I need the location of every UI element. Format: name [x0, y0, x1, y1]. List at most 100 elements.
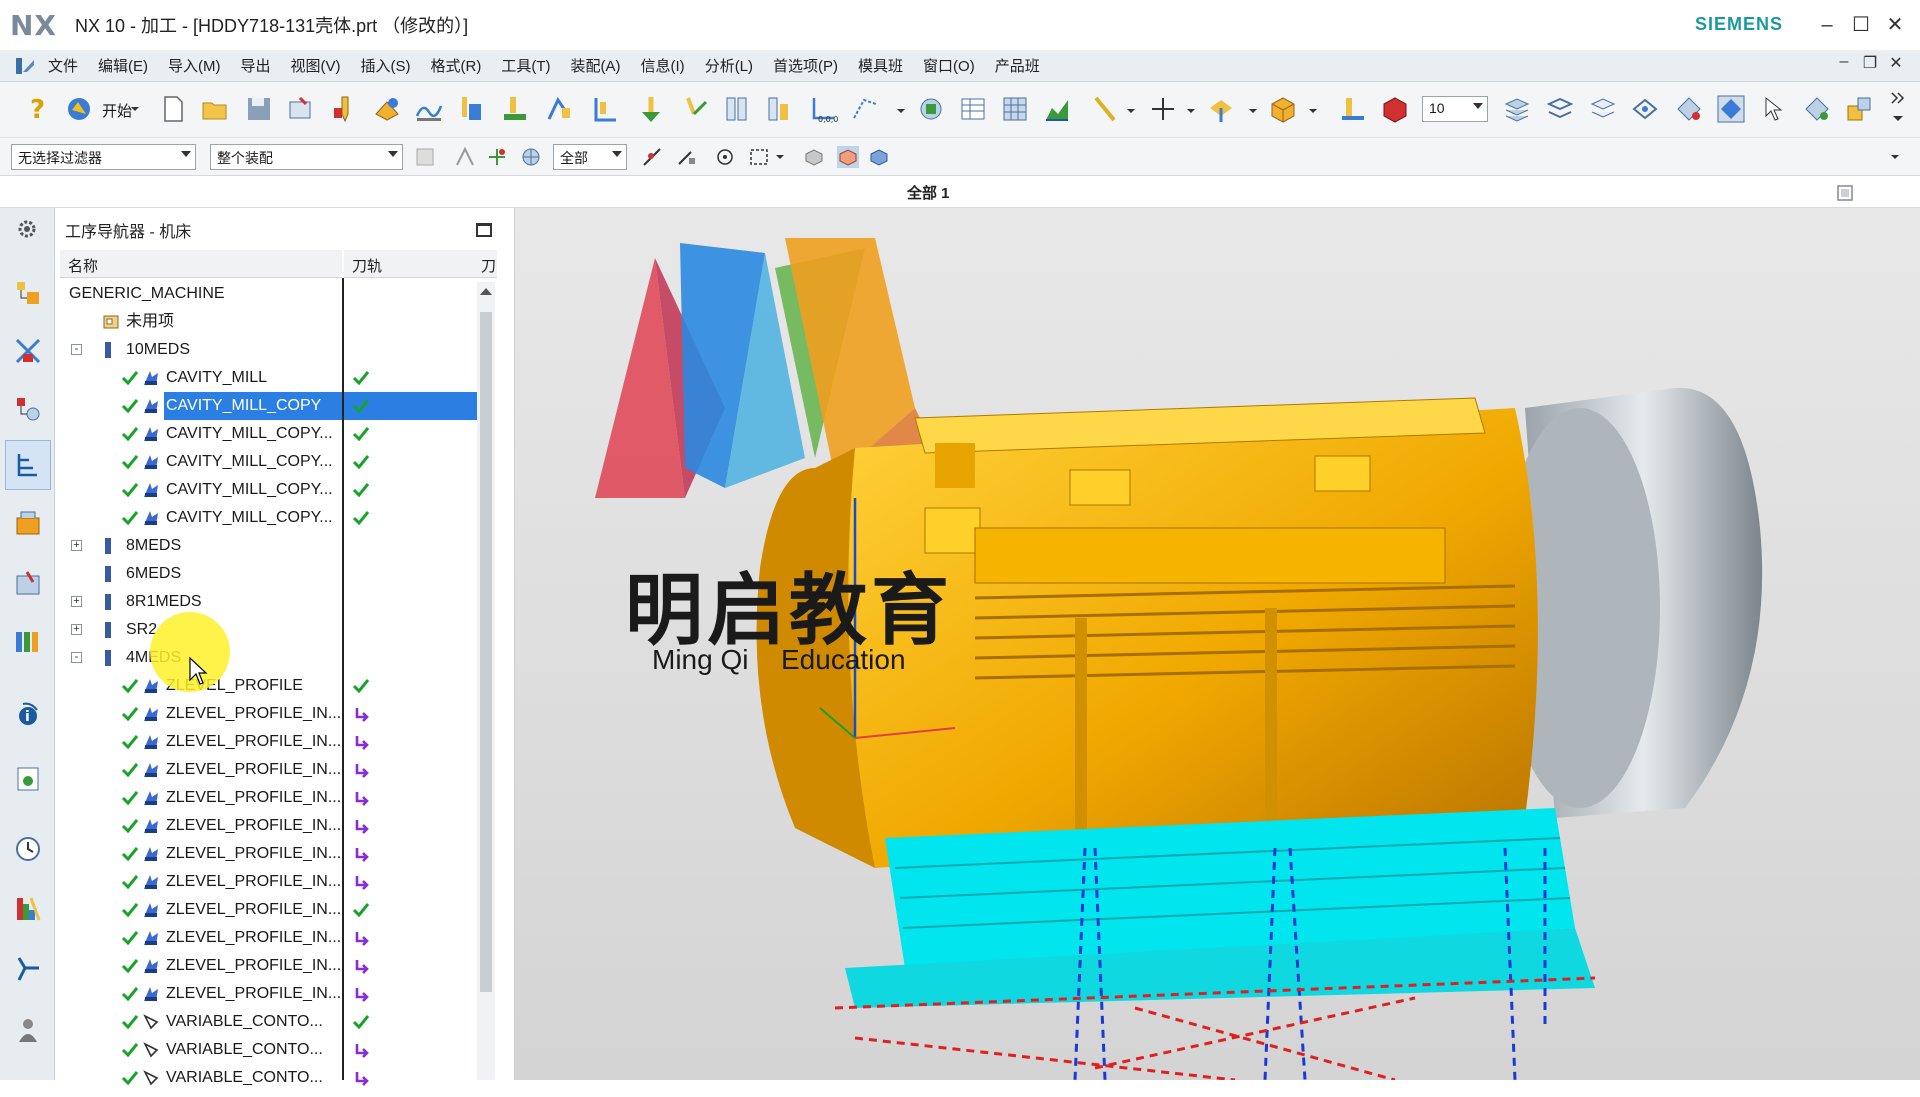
constraint-navigator-icon[interactable] [13, 336, 43, 366]
tool-group-row[interactable]: +8MEDS [60, 532, 480, 560]
operation-row[interactable]: ZLEVEL_PROFILE_IN... [60, 756, 480, 784]
doc-close-button[interactable]: ✕ [1884, 53, 1908, 73]
type-filter-select[interactable]: 无选择过滤器 [11, 144, 196, 170]
collapse-icon[interactable]: - [71, 344, 82, 355]
list-toolpath-icon[interactable] [590, 94, 620, 124]
feature-group-icon[interactable] [1802, 94, 1832, 124]
tree-node-row[interactable]: GENERIC_MACHINE [60, 280, 480, 308]
menu-item[interactable]: 模具班 [858, 55, 903, 76]
operation-row[interactable]: ZLEVEL_PROFILE_IN... [60, 784, 480, 812]
menu-item[interactable]: 格式(R) [431, 55, 482, 76]
doc-minimize-button[interactable]: – [1832, 53, 1856, 71]
column-header-name[interactable]: 名称 [60, 250, 342, 278]
operation-row[interactable]: CAVITY_MILL_COPY... [60, 476, 480, 504]
operation-row[interactable]: VARIABLE_CONTO... [60, 1036, 480, 1064]
object-display-icon[interactable] [916, 94, 946, 124]
endpoint-snap-icon[interactable] [641, 146, 663, 168]
chevron-down-icon[interactable] [1890, 152, 1900, 162]
shop-docs-icon[interactable] [764, 94, 794, 124]
create-operation-icon[interactable] [456, 94, 486, 124]
doc-restore-button[interactable]: ❐ [1858, 53, 1882, 73]
menu-item[interactable]: 首选项(P) [773, 55, 838, 76]
verify-toolpath-icon[interactable] [636, 94, 666, 124]
chevron-down-icon[interactable] [1248, 106, 1258, 116]
navigator-maximize-button[interactable] [476, 223, 492, 237]
selection-type-select[interactable]: 全部 [553, 144, 627, 170]
create-method-icon[interactable] [414, 94, 444, 124]
work-layer-icon[interactable] [1338, 94, 1368, 124]
gear-icon[interactable] [16, 218, 38, 240]
chevron-down-icon[interactable] [896, 106, 906, 116]
layers-icon[interactable] [1502, 94, 1532, 124]
menu-item[interactable]: 工具(T) [501, 55, 550, 76]
operation-row[interactable]: ZLEVEL_PROFILE_IN... [60, 840, 480, 868]
selection-scope-select[interactable]: 整个装配 [210, 144, 403, 170]
expand-icon[interactable]: + [71, 540, 82, 551]
graphics-viewport[interactable]: 明启教育 Ming Qi Education [515, 208, 1920, 1080]
grid-icon[interactable] [1000, 94, 1030, 124]
reuse-library-icon[interactable] [13, 568, 43, 598]
add-point-icon[interactable] [486, 146, 508, 168]
snap-icon[interactable] [1630, 94, 1660, 124]
scroll-up-arrow[interactable] [480, 288, 492, 295]
save-icon[interactable] [244, 94, 274, 124]
operation-row[interactable]: CAVITY_MILL [60, 364, 480, 392]
mcs-axes-icon[interactable]: 0,0,0 [808, 94, 838, 124]
analysis-icon[interactable] [1042, 94, 1072, 124]
app-menu-icon[interactable] [14, 55, 36, 77]
roles-icon[interactable] [13, 1016, 43, 1046]
minimize-button[interactable]: – [1812, 10, 1842, 40]
tool-group-row[interactable]: 6MEDS [60, 560, 480, 588]
menu-item[interactable]: 导出 [241, 55, 271, 76]
center-snap-icon[interactable] [714, 146, 736, 168]
chevron-down-icon[interactable] [775, 152, 785, 162]
chevron-down-icon[interactable] [1126, 106, 1136, 116]
start-icon[interactable] [64, 94, 94, 124]
history-library-icon[interactable] [13, 626, 43, 656]
assembly-navigator-icon[interactable] [13, 278, 43, 308]
tool-group-row[interactable]: -4MEDS [60, 644, 480, 672]
operation-row[interactable]: ZLEVEL_PROFILE_IN... [60, 980, 480, 1008]
menu-item[interactable]: 插入(S) [361, 55, 411, 76]
chevron-down-icon[interactable] [1892, 112, 1904, 124]
menu-item[interactable]: 窗口(O) [923, 55, 975, 76]
scroll-thumb[interactable] [480, 312, 492, 992]
help-icon[interactable]: ? [22, 94, 52, 124]
new-file-icon[interactable] [158, 94, 188, 124]
work-layer-select[interactable]: 10 [1422, 96, 1488, 122]
operation-row[interactable]: CAVITY_MILL_COPY... [60, 504, 480, 532]
chevron-down-icon[interactable] [130, 104, 140, 114]
tool-group-row[interactable]: - 10MEDS [60, 336, 480, 364]
menu-item[interactable]: 导入(M) [168, 55, 221, 76]
tree-node-row[interactable]: 未用项 [60, 308, 480, 336]
operation-row[interactable]: ZLEVEL_PROFILE_IN... [60, 700, 480, 728]
select-cursor-icon[interactable] [1760, 94, 1790, 124]
operation-row[interactable]: CAVITY_MILL_COPY... [60, 420, 480, 448]
layer-settings-icon[interactable] [1380, 94, 1410, 124]
table-icon[interactable] [958, 94, 988, 124]
operation-row[interactable]: ZLEVEL_PROFILE_IN... [60, 896, 480, 924]
create-program-icon[interactable] [286, 94, 316, 124]
menu-item[interactable]: 文件 [48, 55, 78, 76]
process-studio-icon[interactable] [13, 954, 43, 984]
tool-group-row[interactable]: + SR2 [60, 616, 480, 644]
menu-item[interactable]: 视图(V) [291, 55, 341, 76]
close-button[interactable]: ✕ [1880, 10, 1910, 40]
expand-icon[interactable]: + [71, 624, 82, 635]
operation-row[interactable]: VARIABLE_CONTO... [60, 1008, 480, 1036]
show-hide-icon[interactable] [1674, 94, 1704, 124]
operation-row[interactable]: CAVITY_MILL_COPY... [60, 448, 480, 476]
operation-row[interactable]: ZLEVEL_PROFILE_IN... [60, 868, 480, 896]
info-feed-icon[interactable]: i [13, 698, 43, 728]
body-select-icon[interactable] [868, 146, 890, 168]
operation-row[interactable]: VARIABLE_CONTO... [60, 1064, 480, 1092]
globe-icon[interactable] [520, 146, 542, 168]
midpoint-snap-icon[interactable] [675, 146, 697, 168]
generate-toolpath-icon[interactable] [500, 94, 530, 124]
menu-item[interactable]: 信息(I) [641, 55, 685, 76]
maximize-button[interactable]: ☐ [1846, 10, 1876, 40]
column-header-extra[interactable]: 刀 [477, 250, 497, 278]
operation-row[interactable]: ZLEVEL_PROFILE_IN... [60, 728, 480, 756]
chevron-down-icon[interactable] [1186, 106, 1196, 116]
collapse-icon[interactable]: - [71, 652, 82, 663]
